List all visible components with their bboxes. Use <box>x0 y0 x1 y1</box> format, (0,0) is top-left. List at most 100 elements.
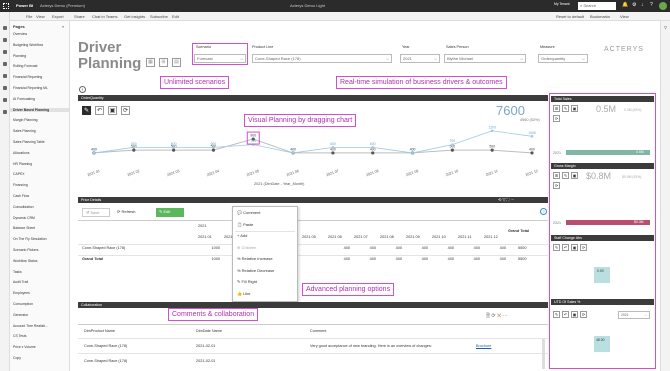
menu-subscribe[interactable]: Subscribe <box>150 14 168 19</box>
search-input[interactable]: ⌕ Search <box>578 2 616 10</box>
table-view-icon[interactable]: ⊞ <box>159 58 168 67</box>
page-item[interactable]: Cash Flow <box>13 194 29 198</box>
context-menu-item[interactable]: 📋 Paste <box>237 222 253 227</box>
page-item[interactable]: Budgeting Workflow <box>13 43 43 47</box>
data-point[interactable] <box>411 151 414 155</box>
data-point[interactable] <box>451 143 454 146</box>
avatar[interactable] <box>659 2 667 10</box>
data-point[interactable] <box>172 148 176 152</box>
menu-file[interactable]: File <box>26 14 32 19</box>
data-point[interactable] <box>490 129 494 133</box>
context-menu-item[interactable]: % Relative Decrease <box>237 268 274 273</box>
goals-icon[interactable] <box>3 74 7 78</box>
page-item[interactable]: Rolling Forecast <box>13 64 38 68</box>
back-icon[interactable]: ‹ <box>79 86 86 93</box>
data-point[interactable] <box>331 146 335 149</box>
page-item[interactable]: Tasks <box>13 270 22 274</box>
utd-year-dropdown[interactable]: 2021 ⌵ <box>618 311 650 319</box>
sales-person-dropdown[interactable]: Blythe Michael ⌵ <box>444 54 526 63</box>
page-item[interactable]: Financing <box>13 183 28 187</box>
filter-icon[interactable]: ▽ <box>664 25 667 30</box>
staff-undo-button[interactable]: ↶ <box>562 244 569 251</box>
sales-refresh-button[interactable]: ⟳ <box>553 115 560 122</box>
data-point[interactable] <box>92 151 96 155</box>
save-icon-button[interactable]: ▣ <box>108 106 117 115</box>
gm-refresh-button[interactable]: ⟳ <box>553 182 560 189</box>
download-icon[interactable]: ↓ <box>641 2 644 8</box>
page-item[interactable]: CAPEX <box>13 172 25 176</box>
page-item[interactable]: Account Tree Realisti... <box>13 324 48 328</box>
page-item[interactable]: Scenario Pickers <box>13 248 38 252</box>
measure-dropdown[interactable]: Orderquantity ⌵ <box>538 54 588 63</box>
menu-reset[interactable]: Reset to default <box>556 14 584 19</box>
utd-save-button[interactable]: ▣ <box>571 311 578 318</box>
page-item[interactable]: Sales Planning <box>13 129 36 133</box>
page-item[interactable]: Financial Reporting ML <box>13 86 48 90</box>
page-item[interactable]: Sales Planning Table <box>13 140 45 144</box>
sales-edit-button[interactable]: ✎ <box>562 105 569 112</box>
collab-row1-link[interactable]: Brochure <box>476 344 491 348</box>
page-item[interactable]: CS Tests <box>13 334 27 338</box>
utd-edit-button[interactable]: ✎ <box>553 311 560 318</box>
browse-icon[interactable] <box>3 50 7 54</box>
save-button[interactable]: 🗎 Save <box>82 208 110 217</box>
notification-icon[interactable]: 🔔 <box>622 2 628 8</box>
data-point[interactable] <box>211 148 216 152</box>
context-menu-item[interactable]: ✎ Fill Right <box>237 279 257 284</box>
data-point[interactable] <box>291 151 295 155</box>
refresh-table-button[interactable]: ⟳ Refresh <box>114 208 150 217</box>
context-menu-item[interactable]: 💬 Comment <box>237 210 260 215</box>
app-grid-icon[interactable] <box>3 3 9 9</box>
order-quantity-line-chart[interactable]: 4005005005009004004004004005005004004006… <box>80 122 546 192</box>
sales-grid-button[interactable]: ⊞ <box>553 105 560 112</box>
context-menu-item[interactable]: ⊕ Children <box>237 245 256 250</box>
menu-export[interactable]: Export <box>52 14 64 19</box>
info-icon[interactable]: ? <box>540 208 547 215</box>
workspaces-icon[interactable] <box>3 110 7 114</box>
page-item[interactable]: Driver Based Planning <box>10 107 69 112</box>
apps-icon[interactable] <box>3 86 7 90</box>
gm-save-button[interactable]: ▣ <box>571 172 578 179</box>
collapse-pages-icon[interactable]: « <box>62 24 64 29</box>
page-item[interactable]: Employees <box>13 291 30 295</box>
header-toolbar-icons[interactable]: ⟲ ▽ ⛶ ⋯ <box>498 197 515 202</box>
context-menu-item[interactable]: % Relative Increase <box>237 256 273 261</box>
data-point[interactable] <box>371 146 375 149</box>
undo-button[interactable]: ↶ <box>95 106 104 115</box>
year-dropdown[interactable]: 2021 ⌵ <box>400 54 440 63</box>
data-point[interactable] <box>530 135 534 138</box>
data-point[interactable] <box>212 146 215 149</box>
gm-grid-button[interactable]: ⊞ <box>553 172 560 179</box>
home-icon[interactable] <box>3 26 7 30</box>
page-item[interactable]: Overview <box>13 32 27 36</box>
data-hub-icon[interactable] <box>3 62 7 66</box>
data-point[interactable] <box>172 146 175 149</box>
help-icon[interactable]: ? <box>650 2 653 8</box>
page-item[interactable]: Balance Sheet <box>13 226 35 230</box>
chart-view-icon[interactable]: ▤ <box>172 58 181 67</box>
context-menu-item[interactable]: 👍 Like <box>237 291 250 296</box>
page-item[interactable]: AI Forecasting <box>13 97 35 101</box>
page-item[interactable]: Allocations <box>13 151 29 155</box>
product-line-dropdown[interactable]: Cone-Shaped Race (178) ⌵ <box>252 54 392 63</box>
data-point[interactable] <box>530 151 534 155</box>
page-item[interactable]: Consolidation <box>13 205 34 209</box>
data-point[interactable] <box>490 148 494 152</box>
create-icon[interactable] <box>3 38 7 42</box>
grid-view-icon[interactable]: ▦ <box>146 58 155 67</box>
gm-edit-button[interactable]: ✎ <box>562 172 569 179</box>
collab-scrollbar[interactable] <box>542 339 545 369</box>
staff-refresh-button[interactable]: ⟳ <box>580 244 587 251</box>
context-menu-item[interactable]: + Add <box>237 233 247 238</box>
utd-refresh-button[interactable]: ⟳ <box>580 311 587 318</box>
page-item[interactable]: Copy <box>13 356 21 360</box>
data-point[interactable] <box>132 148 136 152</box>
page-item[interactable]: Generator <box>13 313 28 317</box>
menu-edit[interactable]: Edit <box>172 14 179 19</box>
refresh-button[interactable]: ⟳ <box>121 106 130 115</box>
settings-icon[interactable]: ⚙ <box>632 2 636 8</box>
page-item[interactable]: On The Fly Simulation <box>13 237 46 241</box>
menu-view-button[interactable]: View <box>620 14 629 19</box>
filters-pane-collapsed[interactable]: ▽ <box>660 21 670 371</box>
menu-bookmarks[interactable]: Bookmarks <box>590 14 610 19</box>
